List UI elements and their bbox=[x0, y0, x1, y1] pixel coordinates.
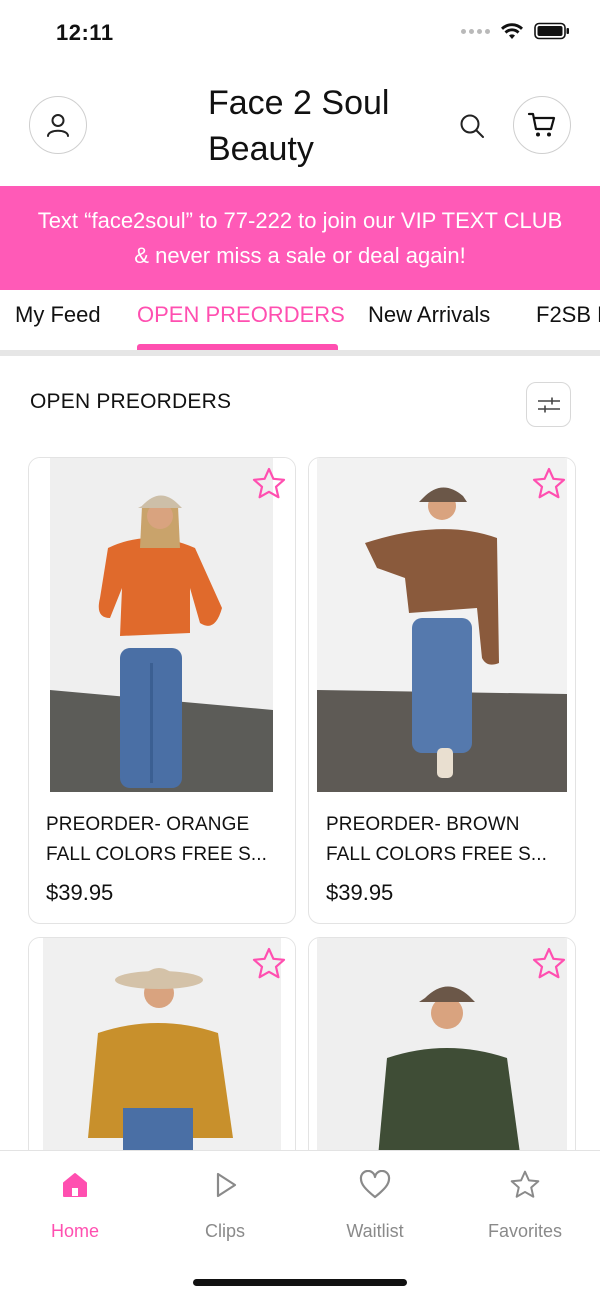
status-indicators bbox=[461, 22, 570, 40]
vip-text-club-banner[interactable]: Text “face2soul” to 77-222 to join our V… bbox=[0, 186, 600, 290]
status-bar: 12:11 bbox=[0, 0, 600, 66]
home-indicator bbox=[193, 1279, 407, 1286]
nav-home-label: Home bbox=[50, 1221, 99, 1241]
signal-icon bbox=[461, 28, 490, 34]
search-button[interactable] bbox=[452, 106, 492, 146]
tab-open-preorders[interactable]: OPEN PREORDERS bbox=[137, 302, 345, 328]
tab-new-arrivals[interactable]: New Arrivals bbox=[368, 302, 490, 328]
product-price: $39.95 bbox=[46, 880, 114, 905]
product-name: PREORDER- ORANGE FALL COLORS FREE S... bbox=[46, 810, 276, 870]
product-photo bbox=[50, 458, 273, 792]
app-header: Face 2 Soul Beauty bbox=[0, 66, 600, 186]
product-name-line2: FALL COLORS FREE S... bbox=[46, 844, 268, 865]
promo-line-2: & never miss a sale or deal again! bbox=[134, 243, 466, 268]
product-image[interactable] bbox=[309, 458, 575, 792]
nav-clips-label: Clips bbox=[204, 1221, 245, 1241]
product-name-line2: FALL COLORS FREE S... bbox=[326, 844, 548, 865]
product-image[interactable] bbox=[29, 458, 295, 792]
nav-home[interactable]: Home bbox=[15, 1167, 135, 1242]
promo-line-1: Text “face2soul” to 77-222 to join our V… bbox=[37, 208, 563, 233]
favorite-star-icon[interactable] bbox=[531, 466, 567, 502]
nav-waitlist-label: Waitlist bbox=[346, 1221, 404, 1241]
section-title: OPEN PREORDERS bbox=[30, 390, 232, 413]
favorite-star-icon[interactable] bbox=[251, 946, 287, 982]
product-name-line1: PREORDER- ORANGE bbox=[46, 814, 250, 835]
battery-icon bbox=[534, 22, 569, 40]
star-icon bbox=[510, 1170, 540, 1198]
cart-button[interactable] bbox=[513, 96, 571, 154]
user-icon bbox=[47, 114, 69, 137]
brand-title: Face 2 Soul Beauty bbox=[208, 80, 428, 172]
nav-favorites-label: Favorites bbox=[487, 1221, 563, 1241]
product-card[interactable]: PREORDER- BROWN FALL COLORS FREE S... $3… bbox=[308, 457, 576, 924]
wifi-icon bbox=[501, 23, 523, 39]
nav-favorites[interactable]: Favorites bbox=[465, 1167, 585, 1242]
favorite-star-icon[interactable] bbox=[531, 946, 567, 982]
nav-waitlist[interactable]: Waitlist bbox=[315, 1167, 435, 1242]
cart-icon bbox=[527, 112, 556, 137]
tab-my-feed[interactable]: My Feed bbox=[15, 302, 101, 328]
account-button[interactable] bbox=[29, 96, 87, 154]
product-photo bbox=[317, 458, 567, 792]
brand-title-line1: Face 2 Soul bbox=[208, 84, 390, 122]
favorite-star-icon[interactable] bbox=[251, 466, 287, 502]
filter-button[interactable] bbox=[526, 382, 571, 427]
product-price: $39.95 bbox=[326, 880, 394, 905]
heart-icon bbox=[359, 1170, 391, 1199]
active-tab-indicator bbox=[137, 344, 338, 350]
product-name: PREORDER- BROWN FALL COLORS FREE S... bbox=[326, 810, 556, 870]
play-icon bbox=[216, 1172, 237, 1198]
product-card[interactable]: PREORDER- ORANGE FALL COLORS FREE S... $… bbox=[28, 457, 296, 924]
status-time: 12:11 bbox=[56, 20, 114, 45]
category-tabs: My Feed OPEN PREORDERS New Arrivals F2SB… bbox=[0, 290, 600, 356]
search-icon bbox=[460, 114, 484, 138]
brand-title-line2: Beauty bbox=[208, 130, 314, 168]
home-icon bbox=[63, 1173, 87, 1197]
sliders-icon bbox=[537, 397, 560, 412]
product-name-line1: PREORDER- BROWN bbox=[326, 814, 520, 835]
bottom-nav: Home Clips Waitlist Favorites bbox=[0, 1150, 600, 1299]
tab-f2sb[interactable]: F2SB F bbox=[536, 302, 600, 328]
nav-clips[interactable]: Clips bbox=[165, 1167, 285, 1242]
